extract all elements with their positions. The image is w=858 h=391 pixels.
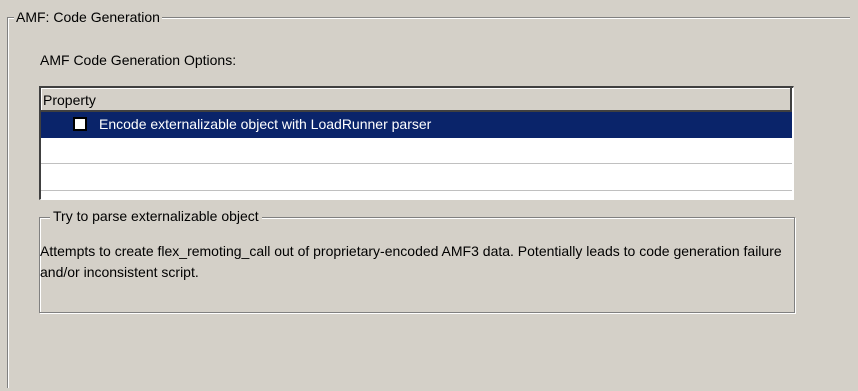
property-column-header[interactable]: Property bbox=[41, 88, 792, 112]
options-label: AMF Code Generation Options: bbox=[40, 52, 237, 68]
code-generation-group bbox=[7, 17, 850, 388]
property-row-empty bbox=[41, 165, 792, 191]
property-row-encode-externalizable[interactable]: Encode externalizable object with LoadRu… bbox=[41, 112, 792, 138]
encode-externalizable-checkbox[interactable] bbox=[73, 117, 87, 131]
description-title: Try to parse externalizable object bbox=[50, 207, 262, 225]
property-row-empty bbox=[41, 138, 792, 164]
property-list[interactable]: Property Encode externalizable object wi… bbox=[39, 86, 794, 200]
description-text: Attempts to create flex_remoting_call ou… bbox=[40, 243, 782, 280]
property-column-header-label: Property bbox=[43, 92, 96, 108]
group-title: AMF: Code Generation bbox=[14, 8, 162, 26]
property-row-label: Encode externalizable object with LoadRu… bbox=[99, 116, 432, 132]
